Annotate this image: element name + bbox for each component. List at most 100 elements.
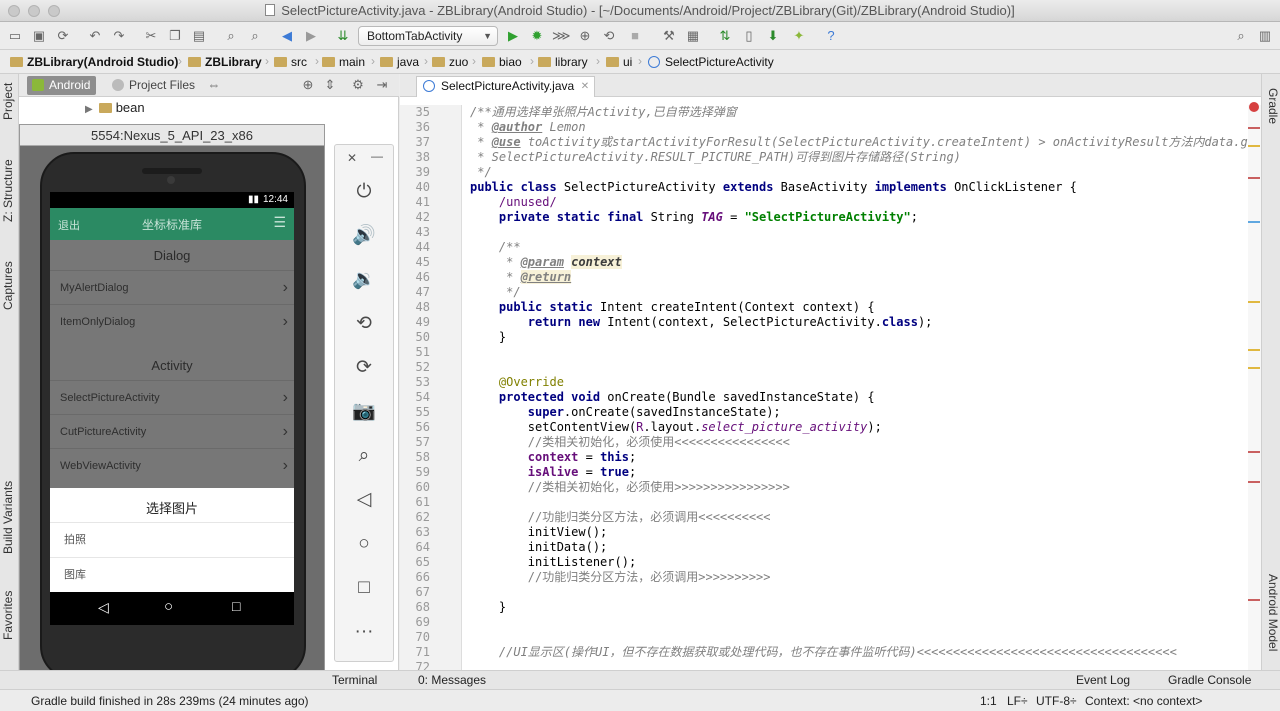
layout-icon[interactable]: ▥ — [1256, 27, 1274, 45]
breadcrumb-module[interactable]: ZBLibrary — [188, 54, 262, 71]
copy-icon[interactable]: ❐ — [166, 27, 184, 45]
save-icon[interactable]: ▣ — [30, 27, 48, 45]
sync-icon[interactable]: ⟳ — [54, 27, 72, 45]
overview-icon[interactable]: □ — [349, 573, 379, 603]
sdk-download-icon[interactable]: ⬇ — [764, 27, 782, 45]
breadcrumb-library[interactable]: library — [538, 54, 588, 71]
android-model-tool-tab[interactable]: Android Model — [1266, 574, 1280, 651]
breadcrumb-src[interactable]: src — [274, 54, 307, 71]
replace-icon[interactable]: ⌕ — [246, 27, 264, 45]
breadcrumb-main[interactable]: main — [322, 54, 365, 71]
list-item[interactable]: MyAlertDialog › — [50, 270, 294, 304]
list-item[interactable]: SelectPictureActivity › — [50, 380, 294, 414]
folder-icon — [10, 57, 23, 67]
debug-icon[interactable]: ✹ — [528, 27, 546, 45]
run-icon[interactable]: ▶ — [504, 27, 522, 45]
breadcrumb-class[interactable]: SelectPictureActivity — [648, 54, 774, 71]
error-stripe[interactable] — [1248, 102, 1261, 670]
nav-home-icon[interactable]: ○ — [164, 598, 173, 615]
breadcrumb-project[interactable]: ZBLibrary(Android Studio) — [10, 54, 178, 71]
redo-icon[interactable]: ↷ — [110, 27, 128, 45]
sheet-option-camera[interactable]: 拍照 — [50, 522, 294, 557]
undo-icon[interactable]: ↶ — [86, 27, 104, 45]
open-folder-icon[interactable]: ▭ — [6, 27, 24, 45]
tree-item-bean[interactable]: ▶ bean — [85, 100, 145, 115]
sdk-manager-icon[interactable]: ▦ — [684, 27, 702, 45]
build-variants-tool-tab[interactable]: Build Variants — [1, 481, 15, 554]
list-item[interactable]: CutPictureActivity › — [50, 414, 294, 448]
breadcrumb-biao[interactable]: biao — [482, 54, 522, 71]
more-icon[interactable]: ··· — [349, 617, 379, 647]
nav-recents-icon[interactable]: □ — [232, 598, 240, 614]
run-config-dropdown[interactable]: BottomTabActivity ▼ — [358, 26, 498, 46]
home-icon[interactable]: ○ — [349, 529, 379, 559]
line-number: 35 — [415, 105, 430, 119]
favorites-tool-tab[interactable]: Favorites — [1, 591, 15, 640]
close-window-button[interactable] — [8, 5, 20, 17]
volume-up-icon[interactable]: 🔊 — [349, 221, 379, 251]
phone-screen[interactable]: ▮▮ 12:44 退出 坐标标准库 ☰ Dialog MyAlertDialog ›… — [50, 192, 294, 625]
expand-tabs-icon[interactable]: ⇔ — [205, 76, 223, 94]
breadcrumb-zuo[interactable]: zuo — [432, 54, 468, 71]
rotate-right-icon[interactable]: ⟳ — [349, 353, 379, 383]
menu-icon[interactable]: ☰ — [273, 214, 286, 231]
event-log-tool-tab[interactable]: Event Log — [1076, 673, 1130, 687]
line-separator[interactable]: LF÷ — [1007, 694, 1028, 708]
line-number: 64 — [415, 540, 430, 554]
gradle-tool-tab[interactable]: Gradle — [1266, 88, 1280, 124]
stop-icon[interactable]: ■ — [626, 27, 644, 45]
android-monitor-icon[interactable]: ✦ — [790, 27, 808, 45]
messages-tool-tab[interactable]: 0: Messages — [418, 673, 486, 687]
captures-tool-tab[interactable]: Captures — [1, 261, 15, 310]
sync-scroll-icon[interactable]: ⊕ — [299, 76, 317, 94]
caret-position[interactable]: 1:1 — [980, 694, 997, 708]
line-number: 70 — [415, 630, 430, 644]
file-encoding[interactable]: UTF-8÷ — [1036, 694, 1077, 708]
code-area[interactable]: /**通用选择单张照片Activity,已自带选择弹窗 * @author Le… — [470, 105, 1250, 670]
search-everywhere-icon[interactable]: ⌕ — [1232, 27, 1250, 45]
minimize-window-button[interactable] — [28, 5, 40, 17]
nav-back-icon[interactable]: ◁ — [98, 599, 109, 616]
volume-down-icon[interactable]: 🔉 — [349, 265, 379, 295]
coverage-icon[interactable]: ⊕ — [576, 27, 594, 45]
tab-android[interactable]: Android — [27, 76, 97, 95]
gradle-console-tool-tab[interactable]: Gradle Console — [1168, 673, 1251, 687]
breadcrumb-ui[interactable]: ui — [606, 54, 632, 71]
minimize-icon[interactable]: — — [371, 149, 383, 163]
project-structure-icon[interactable]: ⚒ — [660, 27, 678, 45]
attach-icon[interactable]: ⋙ — [552, 27, 571, 45]
power-icon[interactable]: ⏻ — [349, 177, 379, 207]
line-number: 54 — [415, 390, 430, 404]
hide-panel-icon[interactable]: ⇥ — [373, 76, 391, 94]
tab-project-files[interactable]: Project Files — [107, 76, 201, 95]
tab-selectpictureactivity[interactable]: SelectPictureActivity.java ✕ — [416, 76, 596, 97]
sheet-option-gallery[interactable]: 图库 — [50, 557, 294, 592]
gradle-sync-icon[interactable]: ⇅ — [716, 27, 734, 45]
avd-manager-icon[interactable]: ▯ — [740, 27, 758, 45]
camera-icon[interactable]: 📷 — [349, 397, 379, 427]
profile-icon[interactable]: ⟲ — [600, 27, 618, 45]
breadcrumb-java[interactable]: java — [380, 54, 419, 71]
zoom-window-button[interactable] — [48, 5, 60, 17]
close-tab-icon[interactable]: ✕ — [581, 77, 589, 96]
project-tool-tab[interactable]: Project — [1, 83, 15, 120]
forward-icon[interactable]: ▶ — [302, 27, 320, 45]
gear-icon[interactable]: ⚙ — [349, 76, 367, 94]
rotate-left-icon[interactable]: ⟲ — [349, 309, 379, 339]
paste-icon[interactable]: ▤ — [190, 27, 208, 45]
find-icon[interactable]: ⌕ — [222, 27, 240, 45]
zoom-icon[interactable]: ⌕ — [349, 441, 379, 471]
help-icon[interactable]: ? — [822, 27, 840, 45]
list-item[interactable]: ItemOnlyDialog › — [50, 304, 294, 338]
close-icon[interactable]: ✕ — [347, 151, 357, 165]
cut-icon[interactable]: ✂ — [142, 27, 160, 45]
collapse-icon[interactable]: ⇕ — [321, 76, 339, 94]
list-item[interactable]: WebViewActivity › — [50, 448, 294, 482]
back-icon[interactable]: ◁ — [349, 485, 379, 515]
terminal-tool-tab[interactable]: Terminal — [332, 673, 377, 687]
structure-tool-tab[interactable]: Z: Structure — [1, 159, 15, 222]
folder-icon — [98, 103, 112, 113]
line-number: 41 — [415, 195, 430, 209]
back-icon[interactable]: ◀ — [278, 27, 296, 45]
make-icon[interactable]: ⇊ — [334, 27, 352, 45]
